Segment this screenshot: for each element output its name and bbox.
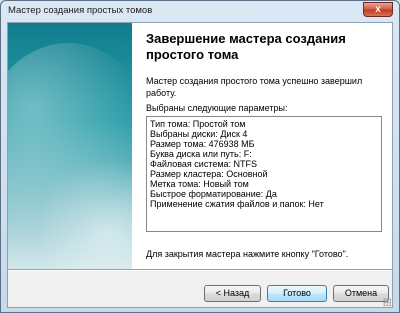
summary-volume-type: Тип тома: Простой том bbox=[150, 119, 246, 129]
back-button[interactable]: < Назад bbox=[204, 285, 261, 302]
settings-summary-box[interactable]: Тип тома: Простой том Выбраны диски: Дис… bbox=[146, 116, 382, 232]
summary-volume-label: Метка тома: Новый том bbox=[150, 179, 249, 189]
close-button[interactable]: x bbox=[363, 2, 393, 17]
summary-volume-size: Размер тома: 476938 МБ bbox=[150, 139, 255, 149]
wizard-content: Завершение мастера создания простого том… bbox=[8, 23, 392, 269]
button-bar-separator bbox=[8, 269, 392, 271]
wizard-client-area: Завершение мастера создания простого том… bbox=[7, 22, 393, 308]
summary-quick-format: Быстрое форматирование: Да bbox=[150, 189, 277, 199]
wizard-window: Мастер создания простых томов x Завершен… bbox=[0, 0, 400, 313]
summary-compression: Применение сжатия файлов и папок: Нет bbox=[150, 199, 324, 209]
completion-status-text: Мастер создания простого тома успешно за… bbox=[146, 76, 363, 98]
finish-hint-text: Для закрытия мастера нажмите кнопку "Гот… bbox=[146, 249, 349, 259]
window-title: Мастер создания простых томов bbox=[8, 5, 153, 16]
resize-grip[interactable] bbox=[383, 298, 391, 306]
page-title: Завершение мастера создания простого том… bbox=[146, 31, 346, 62]
summary-file-system: Файловая система: NTFS bbox=[150, 159, 258, 169]
summary-selected-disks: Выбраны диски: Диск 4 bbox=[150, 129, 248, 139]
cancel-button[interactable]: Отмена bbox=[333, 285, 389, 302]
selected-parameters-label: Выбраны следующие параметры: bbox=[146, 103, 288, 113]
wizard-side-banner bbox=[8, 23, 132, 269]
close-icon: x bbox=[375, 4, 381, 15]
finish-button[interactable]: Готово bbox=[267, 285, 327, 302]
title-bar[interactable]: Мастер создания простых томов x bbox=[1, 1, 399, 23]
summary-drive-letter: Буква диска или путь: F: bbox=[150, 149, 252, 159]
summary-cluster-size: Размер кластера: Основной bbox=[150, 169, 268, 179]
